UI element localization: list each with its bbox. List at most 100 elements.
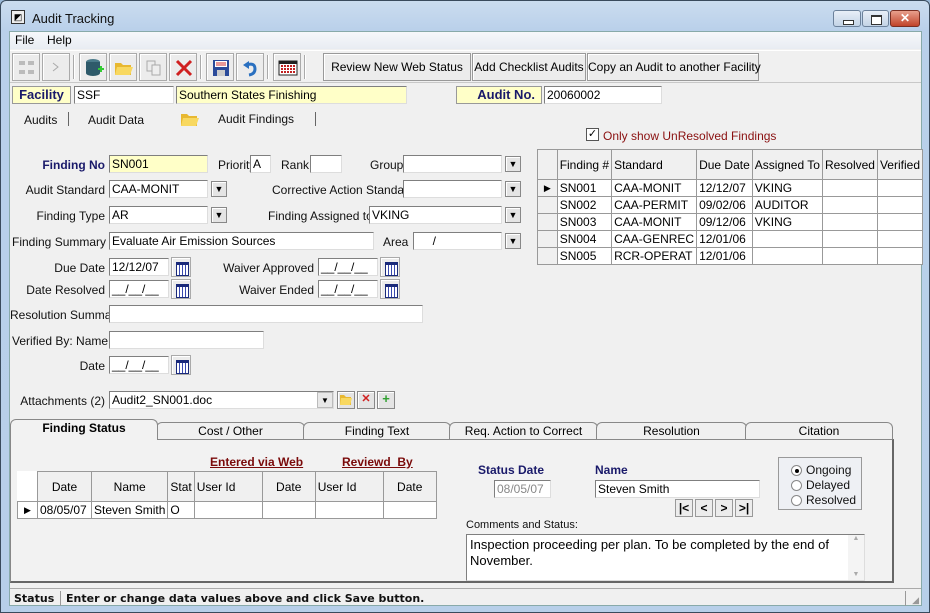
- col-resolved[interactable]: Resolved: [821, 149, 878, 180]
- detail-tab-req-action-to-correct[interactable]: Req. Action to Correct: [449, 422, 598, 440]
- col-verified[interactable]: Verified: [876, 149, 924, 180]
- open-attachment-button[interactable]: [337, 391, 355, 409]
- detail-tab-citation[interactable]: Citation: [745, 422, 893, 440]
- last-record-button[interactable]: >|: [735, 499, 753, 517]
- tab-audit-findings[interactable]: Audit Findings: [218, 112, 294, 126]
- tab-audits[interactable]: Audits: [24, 113, 57, 127]
- status-name-field[interactable]: Steven Smith: [595, 480, 760, 498]
- row-selector[interactable]: ▶: [17, 501, 38, 519]
- due-date-field[interactable]: 12/12/07: [109, 258, 169, 276]
- detail-tab-finding-text[interactable]: Finding Text: [303, 422, 451, 440]
- finding-cell[interactable]: [821, 196, 878, 214]
- priority-field[interactable]: A: [250, 155, 271, 173]
- finding-cell[interactable]: [821, 247, 878, 265]
- finding-cell[interactable]: [821, 213, 878, 231]
- finding-row[interactable]: SN004 CAA-GENREC 12/01/06: [537, 230, 924, 248]
- open-folder-button[interactable]: [109, 53, 137, 81]
- audit-no-field[interactable]: 20060002: [544, 86, 662, 104]
- add-attachment-button[interactable]: +: [377, 391, 395, 409]
- first-record-button[interactable]: |<: [675, 499, 693, 517]
- status-row[interactable]: ▶ 08/05/07 Steven Smith O: [17, 501, 437, 519]
- delete-button[interactable]: [169, 53, 197, 81]
- menu-help[interactable]: Help: [47, 33, 72, 47]
- rank-field[interactable]: [310, 155, 342, 173]
- add-checklist-audits-button[interactable]: Add Checklist Audits: [472, 53, 586, 81]
- finding-row[interactable]: SN002 CAA-PERMIT 09/02/06 AUDITOR: [537, 196, 924, 214]
- finding-cell[interactable]: CAA-PERMIT: [611, 196, 698, 214]
- finding-cell[interactable]: [821, 230, 878, 248]
- col-date[interactable]: Date: [37, 471, 92, 502]
- col-finding-no[interactable]: Finding #: [556, 149, 613, 180]
- maximize-button[interactable]: [862, 10, 889, 27]
- finding-cell[interactable]: SN005: [556, 247, 613, 265]
- status-cell[interactable]: 08/05/07: [37, 501, 92, 519]
- col-name[interactable]: Name: [90, 471, 169, 502]
- finding-cell[interactable]: CAA-MONIT: [611, 213, 698, 231]
- audit-standard-dropdown-button[interactable]: ▼: [211, 181, 227, 197]
- status-radio-ongoing[interactable]: [791, 465, 802, 476]
- finding-cell[interactable]: 09/12/06: [696, 213, 753, 231]
- finding-cell[interactable]: [751, 230, 823, 248]
- finding-row[interactable]: ▶ SN001 CAA-MONIT 12/12/07 VKING: [537, 179, 924, 197]
- finding-cell[interactable]: [876, 247, 924, 265]
- status-radio-delayed[interactable]: [791, 480, 802, 491]
- col-assigned-to[interactable]: Assigned To: [751, 149, 823, 180]
- detail-tab-resolution[interactable]: Resolution: [596, 422, 747, 440]
- corrective-action-field[interactable]: [403, 180, 502, 198]
- date-resolved-field[interactable]: __/__/__: [109, 280, 169, 298]
- finding-row[interactable]: SN005 RCR-OPERAT 12/01/06: [537, 247, 924, 265]
- col-standard[interactable]: Standard: [611, 149, 698, 180]
- row-selector[interactable]: [537, 230, 558, 248]
- finding-cell[interactable]: SN004: [556, 230, 613, 248]
- tree-button[interactable]: [12, 53, 40, 81]
- finding-cell[interactable]: 12/12/07: [696, 179, 753, 197]
- close-button[interactable]: ✕: [890, 10, 920, 27]
- finding-type-dropdown-button[interactable]: ▼: [211, 207, 227, 223]
- finding-cell[interactable]: [821, 179, 878, 197]
- verified-date-field[interactable]: __/__/__: [109, 356, 169, 374]
- finding-cell[interactable]: SN001: [556, 179, 613, 197]
- area-dropdown-button[interactable]: ▼: [505, 233, 521, 249]
- finding-cell[interactable]: [876, 230, 924, 248]
- finding-row[interactable]: SN003 CAA-MONIT 09/12/06 VKING: [537, 213, 924, 231]
- chevron-down-icon[interactable]: ▼: [317, 392, 333, 408]
- database-add-button[interactable]: [79, 53, 107, 81]
- col-web-date[interactable]: Date: [261, 471, 316, 502]
- verified-date-calendar-icon[interactable]: [171, 355, 191, 375]
- col-review-user-id[interactable]: User Id: [314, 471, 384, 502]
- finding-cell[interactable]: AUDITOR: [751, 196, 823, 214]
- finding-type-field[interactable]: AR: [109, 206, 208, 224]
- menu-file[interactable]: File: [15, 33, 34, 47]
- row-selector[interactable]: [537, 247, 558, 265]
- copy-button[interactable]: [139, 53, 167, 81]
- finding-summary-field[interactable]: Evaluate Air Emission Sources: [109, 232, 374, 250]
- facility-name-field[interactable]: Southern States Finishing: [176, 86, 407, 104]
- row-selector[interactable]: ▶: [537, 179, 558, 197]
- status-cell[interactable]: [382, 501, 437, 519]
- finding-cell[interactable]: [751, 247, 823, 265]
- status-cell[interactable]: O: [167, 501, 195, 519]
- finding-cell[interactable]: VKING: [751, 213, 823, 231]
- finding-assigned-dropdown-button[interactable]: ▼: [505, 207, 521, 223]
- comments-scrollbar[interactable]: ▲ ▼: [848, 535, 864, 580]
- save-button[interactable]: [206, 53, 234, 81]
- area-field[interactable]: /: [413, 232, 502, 250]
- corrective-action-dropdown-button[interactable]: ▼: [505, 181, 521, 197]
- finding-assigned-field[interactable]: VKING: [369, 206, 502, 224]
- resize-grip-icon[interactable]: ◢: [912, 595, 919, 606]
- status-cell[interactable]: Steven Smith: [90, 501, 169, 519]
- finding-cell[interactable]: [876, 196, 924, 214]
- col-review-date[interactable]: Date: [382, 471, 437, 502]
- minimize-button[interactable]: [833, 10, 861, 27]
- comments-textarea[interactable]: Inspection proceeding per plan. To be co…: [466, 534, 865, 581]
- status-cell[interactable]: [314, 501, 384, 519]
- finding-cell[interactable]: CAA-GENREC: [611, 230, 698, 248]
- audit-standard-field[interactable]: CAA-MONIT: [109, 180, 208, 198]
- waiver-ended-calendar-icon[interactable]: [380, 279, 400, 299]
- waiver-ended-field[interactable]: __/__/__: [318, 280, 378, 298]
- unresolved-filter-checkbox[interactable]: ✓: [586, 128, 599, 141]
- row-selector[interactable]: [537, 196, 558, 214]
- facility-code-field[interactable]: SSF: [74, 86, 174, 104]
- col-stat[interactable]: Stat: [167, 471, 195, 502]
- finding-cell[interactable]: CAA-MONIT: [611, 179, 698, 197]
